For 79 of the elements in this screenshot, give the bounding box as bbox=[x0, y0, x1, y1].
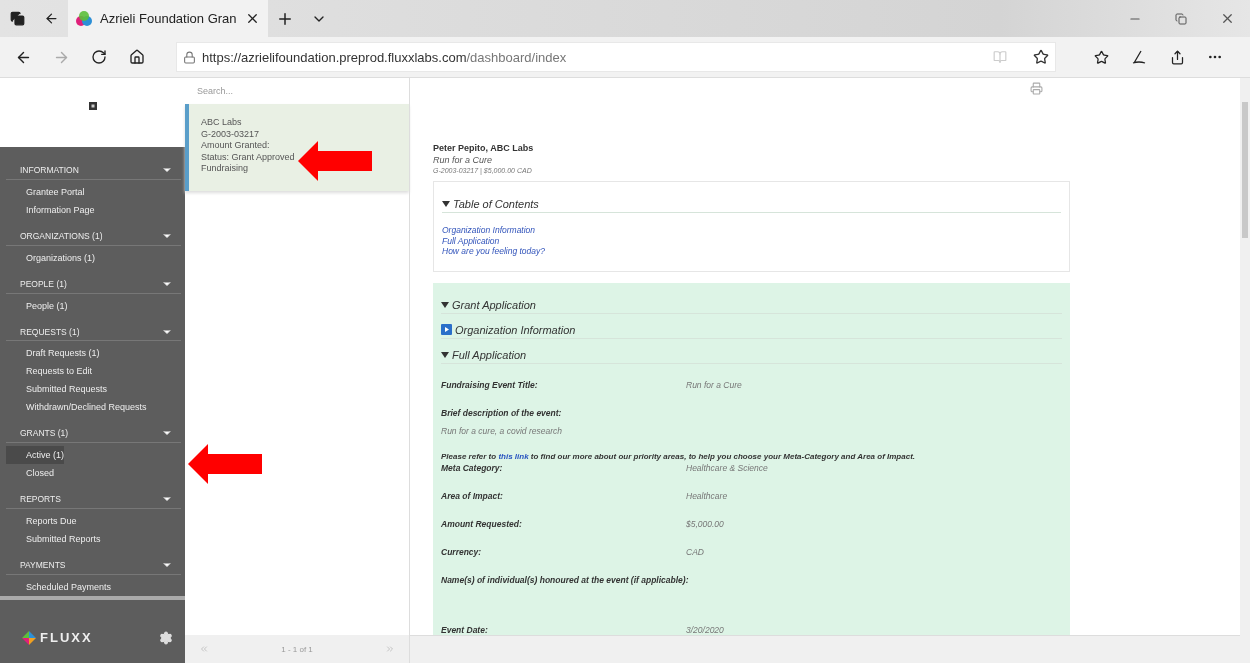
search-field[interactable]: Search... bbox=[185, 78, 409, 104]
field-value: Healthcare & Science bbox=[686, 462, 768, 473]
field-label: Event Date: bbox=[441, 624, 489, 635]
nav-group-header[interactable]: ORGANIZATIONS (1) bbox=[6, 226, 181, 246]
field-value: Run for a cure, a covid research bbox=[441, 425, 562, 436]
field-label: Amount Requested: bbox=[441, 518, 523, 529]
field-value: CAD bbox=[686, 546, 704, 557]
field-label: Brief description of the event: bbox=[441, 407, 563, 418]
toc-link[interactable]: Full Application bbox=[442, 235, 1061, 246]
nav-group-header[interactable]: PEOPLE (1) bbox=[6, 274, 181, 294]
grant-title: Run for a Cure bbox=[433, 155, 494, 165]
field-value: $5,000.00 bbox=[686, 518, 724, 529]
nav-item[interactable]: Organizations (1) bbox=[6, 248, 96, 267]
nav-item[interactable]: Closed bbox=[6, 464, 54, 483]
toc-header[interactable]: Table of Contents bbox=[442, 198, 1061, 213]
nav-item[interactable]: Active (1) bbox=[6, 446, 64, 465]
nav-group-header[interactable]: INFORMATION bbox=[6, 161, 181, 180]
address-bar[interactable]: https://azrielifoundation.preprod.fluxxlabs.com/dashboard/index bbox=[176, 42, 1056, 72]
section-header[interactable]: Grant Application bbox=[441, 298, 1062, 314]
nav-group-header[interactable]: GRANTS (1) bbox=[6, 424, 181, 444]
card-text: Fundraising bbox=[201, 163, 250, 175]
app-icon bbox=[88, 102, 97, 110]
site-logo-icon bbox=[76, 10, 92, 27]
favorites-list-icon[interactable] bbox=[1093, 49, 1109, 65]
nav-group-header[interactable]: REPORTS bbox=[6, 490, 181, 510]
expand-icon bbox=[441, 324, 452, 335]
field-label: Meta Category: bbox=[441, 462, 504, 473]
nav-group-header[interactable]: PAYMENTS bbox=[6, 556, 181, 575]
toc-link[interactable]: Organization Information bbox=[442, 225, 1061, 236]
section-header[interactable]: Organization Information bbox=[441, 323, 1062, 339]
close-icon[interactable] bbox=[245, 11, 260, 26]
refresh-icon[interactable] bbox=[91, 49, 107, 65]
field-label: Name(s) of individual(s) honoured at the event (if applicable): bbox=[441, 574, 686, 585]
nav-item[interactable]: People (1) bbox=[6, 296, 68, 315]
nav-item[interactable]: Information Page bbox=[6, 200, 95, 219]
card-text: ABC Labs bbox=[201, 117, 243, 129]
browser-tab[interactable]: Azrieli Foundation Gran bbox=[68, 0, 268, 37]
pen-icon[interactable] bbox=[1131, 49, 1147, 65]
card-text: Amount Granted: bbox=[201, 140, 271, 152]
grantee-name: Peter Pepito, ABC Labs bbox=[433, 143, 535, 153]
card-text: G-2003-03217 bbox=[201, 128, 261, 140]
field-value: Healthcare bbox=[686, 490, 728, 501]
scrollbar-thumb[interactable] bbox=[1242, 102, 1248, 238]
pager-text: 1 - 1 of 1 bbox=[281, 644, 313, 654]
field-value: 3/20/2020 bbox=[686, 624, 724, 635]
field-label: Fundraising Event Title: bbox=[441, 379, 539, 390]
note-link[interactable]: this link bbox=[498, 451, 529, 461]
tab-back-icon[interactable] bbox=[43, 11, 59, 26]
share-icon[interactable] bbox=[1169, 49, 1185, 65]
brand-name: FLUXX bbox=[40, 630, 93, 645]
note-text: Please refer to this link to find our more about our priority areas, to help you choose your Meta-Category and Area of Impact. bbox=[441, 451, 917, 461]
field-label: Currency: bbox=[441, 546, 483, 557]
toc-link[interactable]: How are you feeling today? bbox=[442, 246, 1061, 257]
home-icon[interactable] bbox=[129, 49, 145, 65]
favorite-icon[interactable] bbox=[1033, 49, 1049, 65]
nav-item[interactable]: Submitted Reports bbox=[6, 530, 101, 549]
grant-card[interactable]: ABC Labs G-2003-03217 Amount Granted: Status: Grant Approved Fundraising bbox=[185, 104, 409, 191]
tab-title: Azrieli Foundation Gran bbox=[100, 11, 237, 26]
settings-icon[interactable] bbox=[159, 630, 173, 645]
nav-item[interactable]: Submitted Requests bbox=[6, 380, 108, 399]
section-header[interactable]: Full Application bbox=[441, 348, 1062, 364]
nav-item[interactable]: Reports Due bbox=[6, 512, 77, 531]
nav-item[interactable]: Withdrawn/Declined Requests bbox=[6, 398, 147, 417]
nav-item[interactable]: Scheduled Payments bbox=[6, 578, 112, 596]
caret-icon bbox=[441, 300, 449, 309]
url-text: https://azrielifoundation.preprod.fluxxlabs.com/dashboard/index bbox=[202, 49, 568, 65]
field-value: Run for a Cure bbox=[686, 379, 742, 390]
nav-item[interactable]: Grantee Portal bbox=[6, 182, 85, 201]
restore-icon[interactable] bbox=[1175, 12, 1187, 25]
caret-icon bbox=[442, 200, 450, 208]
tabs-icon[interactable] bbox=[9, 11, 25, 26]
field-label: Area of Impact: bbox=[441, 490, 504, 501]
card-text: Status: Grant Approved bbox=[201, 151, 296, 163]
nav-group-header[interactable]: REQUESTS (1) bbox=[6, 322, 181, 342]
caret-icon bbox=[441, 350, 449, 359]
nav-item[interactable]: Draft Requests (1) bbox=[6, 344, 100, 363]
nav-item[interactable]: Requests to Edit bbox=[6, 362, 93, 381]
lock-icon bbox=[183, 50, 196, 64]
fluxx-logo-icon bbox=[22, 630, 36, 645]
